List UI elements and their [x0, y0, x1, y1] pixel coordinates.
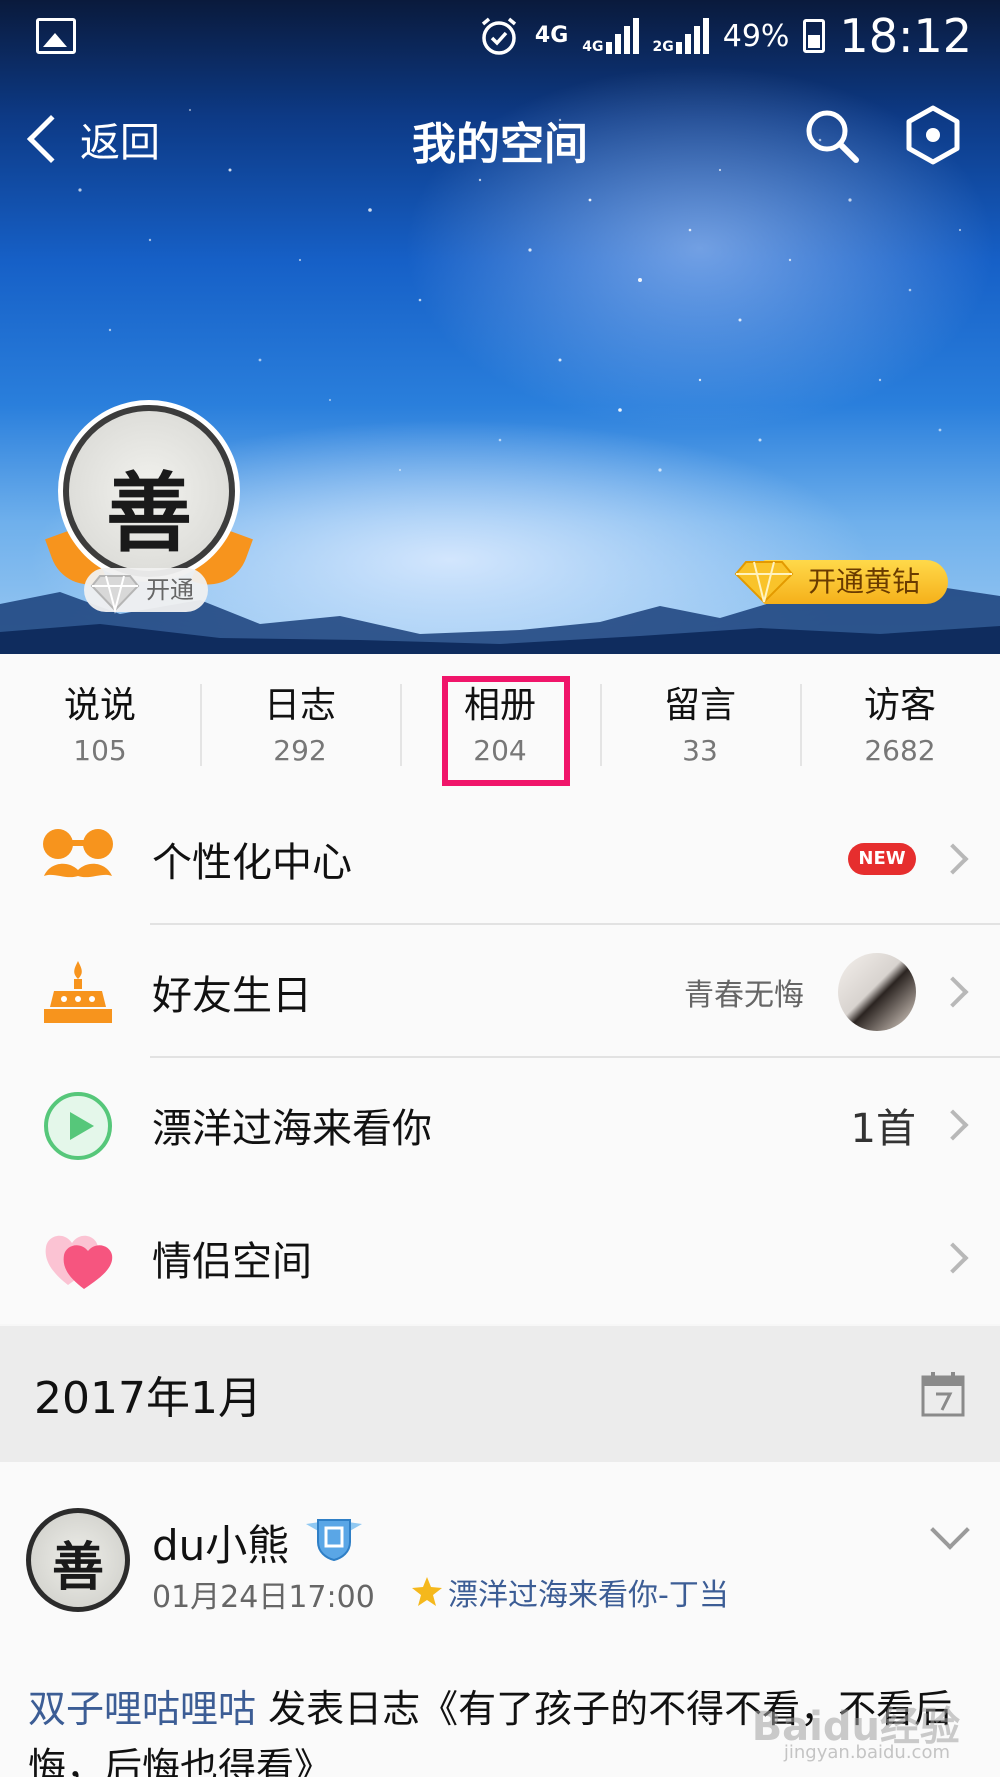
post-actor-link[interactable]: 双子哩咕哩咕	[28, 1687, 256, 1731]
search-icon[interactable]	[802, 106, 862, 166]
stat-label: 留言	[663, 685, 736, 726]
new-badge: NEW	[848, 842, 916, 875]
menu-item-personalize[interactable]: 个性化中心 NEW	[0, 792, 1000, 925]
menu-label: 好友生日	[152, 972, 312, 1019]
chevron-right-icon	[937, 842, 969, 875]
stat-album[interactable]: 相册 204	[400, 654, 600, 792]
music-count: 1首	[850, 1105, 916, 1152]
signal-icon	[605, 18, 639, 54]
post-music-link[interactable]: 漂洋过海来看你-丁当	[410, 1570, 729, 1614]
image-icon	[36, 18, 76, 54]
network-2g-small: 2G	[652, 39, 674, 55]
stat-shuoshuo[interactable]: 说说 105	[0, 654, 200, 792]
stat-label: 说说	[63, 685, 136, 726]
feed-post-header: 善 du小熊 01月24日17:00 漂洋过海来看你-丁当	[0, 1462, 1000, 1636]
heart-icon	[45, 1235, 113, 1289]
stat-count: 204	[473, 734, 527, 767]
battery-icon	[803, 19, 826, 53]
clock-time: 18:12	[839, 9, 972, 63]
feed-post-body[interactable]: 双子哩咕哩咕 发表日志《有了孩子的不得不看，不看后悔，后悔也得看》 Baidu经…	[0, 1636, 1000, 1777]
stat-count: 292	[273, 734, 327, 767]
stat-messages[interactable]: 留言 33	[600, 654, 800, 792]
vip-shield-icon	[306, 1519, 362, 1562]
post-music-title: 漂洋过海来看你-丁当	[448, 1578, 729, 1613]
profile-cover[interactable]: 4G 4G 2G 49% 18:12 返回 我的空间 善 开通 开通黄钻	[0, 0, 1000, 654]
menu-label: 个性化中心	[152, 839, 352, 886]
post-author-name[interactable]: du小熊	[152, 1512, 289, 1573]
status-bar: 4G 4G 2G 49% 18:12	[0, 0, 1000, 72]
calendar-icon[interactable]	[920, 1370, 966, 1418]
birthday-friend-name: 青春无悔	[684, 977, 804, 1013]
menu-label: 漂洋过海来看你	[152, 1105, 432, 1152]
post-avatar-calligraphy: 善	[51, 1537, 104, 1598]
feed-date: 2017年1月	[34, 1373, 262, 1424]
watermark-url: jingyan.baidu.com	[783, 1742, 950, 1763]
stat-diary[interactable]: 日志 292	[200, 654, 400, 792]
profile-avatar[interactable]: 善 开通	[45, 400, 253, 630]
stats-bar: 说说 105 日志 292 相册 204 留言 33 访客 2682	[0, 654, 1000, 792]
menu-item-couple[interactable]: 情侣空间	[0, 1191, 1000, 1324]
diamond-icon	[90, 575, 140, 614]
stat-count: 33	[682, 734, 718, 767]
open-badge-label: 开通	[146, 576, 194, 604]
chevron-right-icon	[937, 975, 969, 1008]
menu-item-music[interactable]: 漂洋过海来看你 1首	[0, 1058, 1000, 1191]
chevron-right-icon	[937, 1108, 969, 1141]
hexagon-settings-icon[interactable]	[902, 104, 964, 166]
play-circle-icon	[44, 1092, 112, 1160]
open-yellow-diamond-button[interactable]: 开通黄钻	[732, 556, 948, 606]
cake-icon	[44, 961, 112, 1023]
stat-count: 105	[73, 734, 127, 767]
stat-label: 相册	[463, 685, 536, 726]
network-4g-small: 4G	[582, 39, 604, 55]
mustache-glasses-icon	[43, 829, 113, 878]
feature-menu: 个性化中心 NEW 好友生日 青春无悔 漂洋过海来看你 1首 情侣空间	[0, 792, 1000, 1324]
post-author-avatar[interactable]: 善	[26, 1508, 130, 1612]
signal-icon	[675, 18, 709, 54]
navigation-bar: 返回 我的空间	[0, 90, 1000, 186]
alarm-icon	[481, 17, 517, 55]
chevron-right-icon	[937, 1241, 969, 1274]
menu-item-birthday[interactable]: 好友生日 青春无悔	[0, 925, 1000, 1058]
stat-count: 2682	[864, 734, 936, 767]
battery-percent: 49%	[722, 18, 790, 54]
feed-date-header: 2017年1月	[0, 1326, 1000, 1462]
network-4g-label: 4G	[534, 23, 569, 48]
stat-label: 日志	[263, 685, 336, 726]
avatar-calligraphy: 善	[106, 463, 192, 564]
chevron-down-icon[interactable]	[930, 1510, 970, 1550]
stat-label: 访客	[863, 685, 936, 726]
menu-label: 情侣空间	[152, 1238, 312, 1285]
star-icon	[412, 1577, 442, 1606]
open-vip-badge[interactable]: 开通	[84, 568, 208, 614]
stat-visitors[interactable]: 访客 2682	[800, 654, 1000, 792]
friend-avatar	[838, 952, 916, 1031]
post-timestamp: 01月24日17:00	[152, 1580, 375, 1615]
yellow-diamond-icon	[734, 561, 794, 604]
